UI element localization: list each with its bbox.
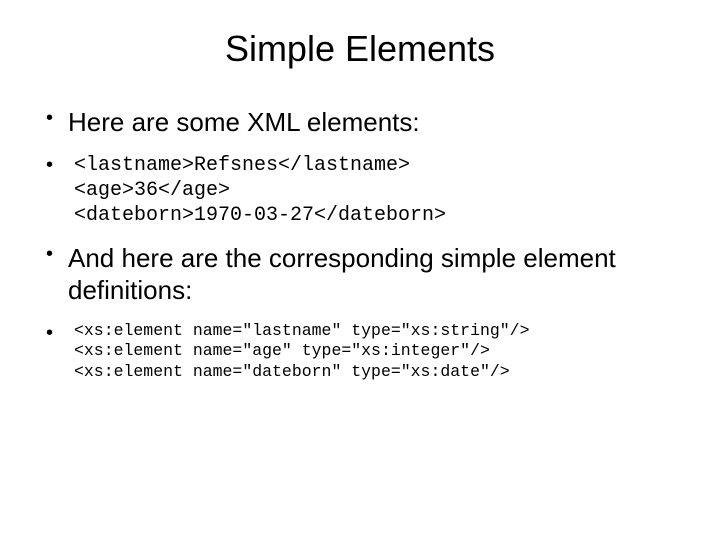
bullet-intro: Here are some XML elements: [40,106,680,139]
slide-title: Simple Elements [40,28,680,70]
bullet-list: Here are some XML elements: <lastname>Re… [40,106,680,382]
xsd-code: <xs:element name="lastname" type="xs:str… [68,321,680,383]
bullet-xml-example: <lastname>Refsnes</lastname> <age>36</ag… [40,153,680,228]
bullet-xsd-example: <xs:element name="lastname" type="xs:str… [40,321,680,383]
intro-text: Here are some XML elements: [68,106,680,139]
bullet-second: And here are the corresponding simple el… [40,242,680,307]
second-text: And here are the corresponding simple el… [68,242,680,307]
xml-code: <lastname>Refsnes</lastname> <age>36</ag… [68,153,680,228]
